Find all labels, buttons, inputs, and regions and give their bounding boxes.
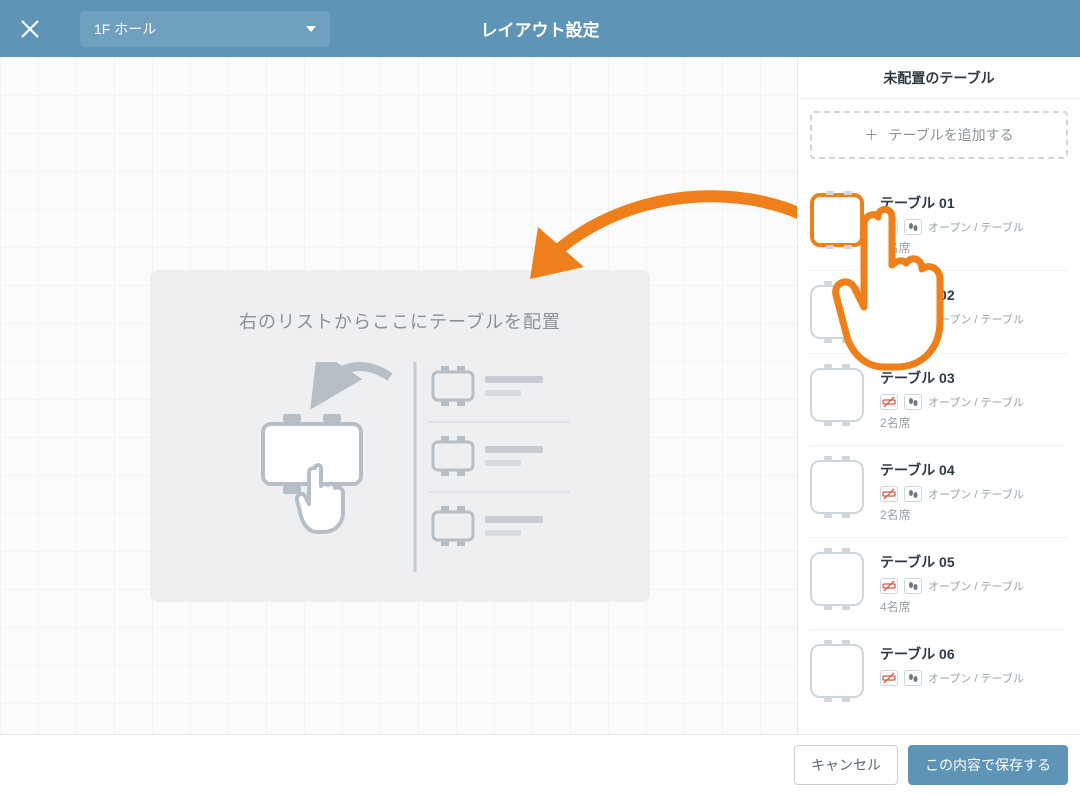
table-thumb-icon [810,368,864,422]
add-table-button[interactable]: ＋ テーブルを追加する [810,111,1068,159]
footer: キャンセル この内容で保存する [0,734,1080,794]
table-thumb-icon [810,644,864,698]
table-type: オープン / テーブル [928,670,1024,686]
sidebar-title: 未配置のテーブル [798,57,1080,99]
no-smoking-icon [880,394,898,410]
footprints-icon [904,578,922,594]
placeholder-illustration [225,362,575,572]
page-title: レイアウト設定 [481,16,600,41]
cancel-label: キャンセル [811,755,881,775]
floor-select[interactable]: 1F ホール [80,11,330,47]
drag-table-illustration [225,362,405,562]
table-name: テーブル 03 [880,368,1068,388]
table-name: テーブル 01 [880,193,1068,213]
table-type: オープン / テーブル [928,578,1024,594]
table-seats: 2名席 [880,414,1068,431]
placeholder-text: 右のリストからここにテーブルを配置 [239,308,561,334]
table-type: オープン / テーブル [928,219,1024,235]
header: 1F ホール レイアウト設定 [0,0,1080,57]
footprints-icon [904,486,922,502]
table-name: テーブル 05 [880,552,1068,572]
table-seats: 2名席 [880,506,1068,523]
table-name: テーブル 02 [880,285,1068,305]
plus-icon: ＋ [864,125,878,145]
footprints-icon [904,670,922,686]
table-row[interactable]: テーブル 04 オープン / テーブル 2名席 [810,446,1068,538]
table-type: オープン / テーブル [928,486,1024,502]
list-illustration [405,362,575,572]
table-thumb-icon [810,552,864,606]
table-name: テーブル 04 [880,460,1068,480]
footprints-icon [904,219,922,235]
no-smoking-icon [880,486,898,502]
table-row[interactable]: テーブル 05 オープン / テーブル 4名席 [810,538,1068,630]
chevron-down-icon [306,26,316,32]
no-smoking-icon [880,219,898,235]
table-seats: 4名席 [880,598,1068,615]
table-thumb-icon [810,285,864,339]
layout-canvas[interactable]: 右のリストからここにテーブルを配置 [0,57,798,734]
table-name: テーブル 06 [880,644,1068,664]
table-type: オープン / テーブル [928,394,1024,410]
table-row[interactable]: テーブル 06 オープン / テーブル [810,630,1068,712]
sidebar: 未配置のテーブル ＋ テーブルを追加する テーブル 01 [798,57,1080,734]
table-type: オープン / テーブル [928,311,1024,327]
footprints-icon [904,394,922,410]
placeholder-card: 右のリストからここにテーブルを配置 [150,270,650,602]
close-button[interactable] [0,0,60,57]
table-row[interactable]: テーブル 01 オープン / テーブル 2名席 [810,179,1068,271]
save-button[interactable]: この内容で保存する [908,745,1068,785]
table-row[interactable]: テーブル 02 オープン / テーブル [810,271,1068,354]
no-smoking-icon [880,670,898,686]
table-list: テーブル 01 オープン / テーブル 2名席 [810,179,1068,712]
table-thumb-icon [810,460,864,514]
save-label: この内容で保存する [925,755,1051,775]
no-smoking-icon [880,311,898,327]
table-row[interactable]: テーブル 03 オープン / テーブル 2名席 [810,354,1068,446]
floor-select-label: 1F ホール [94,19,156,39]
footprints-icon [904,311,922,327]
close-icon [18,17,42,41]
cancel-button[interactable]: キャンセル [794,745,898,785]
table-seats: 2名席 [880,239,1068,256]
no-smoking-icon [880,578,898,594]
add-table-label: テーブルを追加する [888,125,1013,145]
table-thumb-icon [810,193,864,247]
